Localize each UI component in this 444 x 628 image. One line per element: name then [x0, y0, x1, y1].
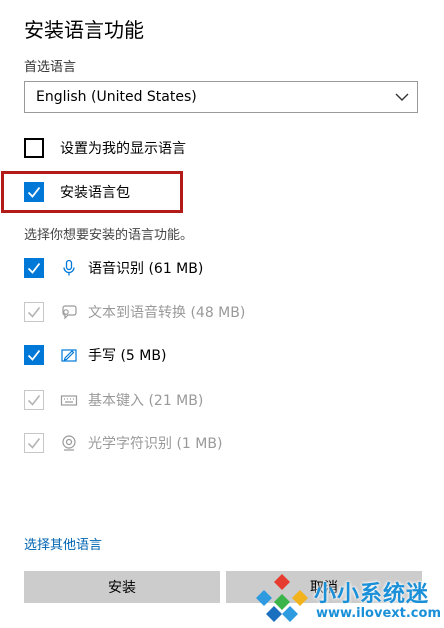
preferred-language-label: 首选语言 — [24, 60, 77, 75]
feature-label: 基本键入 (21 MB) — [88, 393, 204, 409]
checkmark-icon — [27, 438, 41, 449]
feature-label: 语音识别 (61 MB) — [88, 261, 204, 277]
checkmark-icon — [27, 262, 41, 274]
choose-other-language-link[interactable]: 选择其他语言 — [24, 534, 102, 553]
keyboard-icon — [60, 391, 78, 409]
feature-speech-recognition[interactable]: 语音识别 (61 MB) — [24, 258, 203, 278]
chevron-down-icon — [395, 93, 409, 101]
page-title: 安装语言功能 — [24, 18, 144, 42]
speech-recognition-checkbox[interactable] — [24, 258, 44, 278]
checkmark-icon — [27, 395, 41, 406]
feature-handwriting[interactable]: 手写 (5 MB) — [24, 345, 166, 365]
feature-ocr: 光学字符识别 (1 MB) — [24, 433, 222, 453]
watermark-name: 小小系统迷 — [314, 582, 430, 607]
feature-label: 文本到语音转换 (48 MB) — [88, 305, 246, 321]
checkmark-icon — [27, 307, 41, 318]
feature-label: 光学字符识别 (1 MB) — [88, 436, 223, 452]
display-language-label: 设置为我的显示语言 — [60, 141, 186, 157]
watermark-url: www.ilovext.com — [316, 606, 441, 621]
display-language-option[interactable]: 设置为我的显示语言 — [24, 138, 186, 158]
language-select[interactable]: English (United States) — [24, 81, 418, 113]
ocr-icon — [60, 434, 78, 452]
install-button[interactable]: 安装 — [24, 571, 220, 603]
ocr-checkbox — [24, 433, 44, 453]
feature-text-to-speech: 文本到语音转换 (48 MB) — [24, 302, 245, 322]
features-hint: 选择你想要安装的语言功能。 — [24, 228, 194, 243]
watermark: 小小系统迷 www.ilovext.com — [254, 568, 444, 628]
language-select-value: English (United States) — [36, 89, 197, 105]
speech-bubble-icon — [60, 303, 78, 321]
pen-icon — [60, 346, 78, 364]
display-language-checkbox[interactable] — [24, 138, 44, 158]
microphone-icon — [60, 259, 78, 277]
basic-typing-checkbox — [24, 390, 44, 410]
feature-label: 手写 (5 MB) — [88, 348, 167, 364]
watermark-logo-icon — [256, 574, 308, 622]
highlight-box — [1, 171, 183, 213]
feature-basic-typing: 基本键入 (21 MB) — [24, 390, 203, 410]
checkmark-icon — [27, 349, 41, 361]
handwriting-checkbox[interactable] — [24, 345, 44, 365]
text-to-speech-checkbox — [24, 302, 44, 322]
